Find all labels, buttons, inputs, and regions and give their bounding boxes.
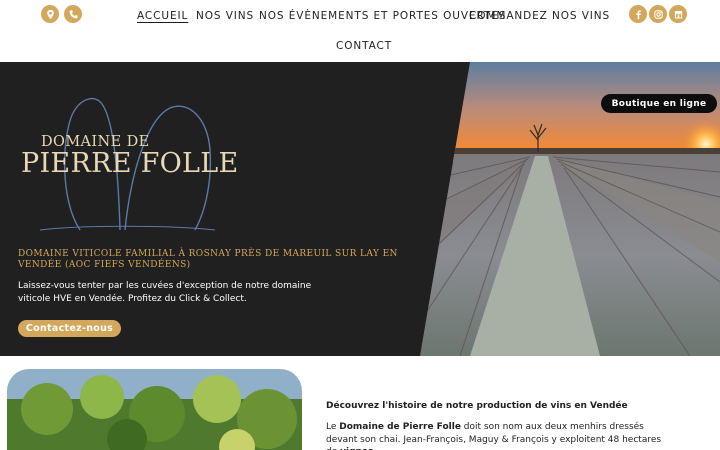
brand-title-line2: PIERRE FOLLE xyxy=(21,148,239,179)
map-pin-icon[interactable] xyxy=(41,5,59,23)
store-icon[interactable] xyxy=(669,5,687,23)
nav-nos-vins[interactable]: NOS VINS xyxy=(196,10,254,22)
history-section-title: Découvrez l'histoire de notre production… xyxy=(326,401,628,411)
online-shop-button[interactable]: Boutique en ligne xyxy=(601,94,717,113)
hero-banner: DOMAINE DE PIERRE FOLLE DOMAINE VITICOLE… xyxy=(0,62,720,356)
site-header: ACCUEIL NOS VINS NOS ÉVÈNEMENTS ET PORTE… xyxy=(0,0,720,62)
body-text-1: Le xyxy=(326,422,340,432)
nav-commandez[interactable]: COMMANDEZ NOS VINS xyxy=(469,10,610,22)
online-shop-label: Boutique en ligne xyxy=(611,98,707,109)
nav-contact[interactable]: CONTACT xyxy=(336,40,392,52)
history-section-body: Le Domaine de Pierre Folle doit son nom … xyxy=(326,421,666,450)
nav-accueil[interactable]: ACCUEIL xyxy=(137,10,188,22)
facebook-icon[interactable] xyxy=(629,5,647,23)
body-bold-domaine: Domaine de Pierre Folle xyxy=(339,422,461,432)
hero-intro: Laissez-vous tenter par les cuvées d'exc… xyxy=(18,281,312,304)
contact-button[interactable]: Contactez-nous xyxy=(18,320,121,337)
instagram-icon[interactable] xyxy=(649,5,667,23)
phone-icon[interactable] xyxy=(64,5,82,23)
vine-leaves-photo xyxy=(7,369,302,450)
hero-tagline: DOMAINE VITICOLE FAMILIAL À ROSNAY PRÈS … xyxy=(18,249,398,270)
